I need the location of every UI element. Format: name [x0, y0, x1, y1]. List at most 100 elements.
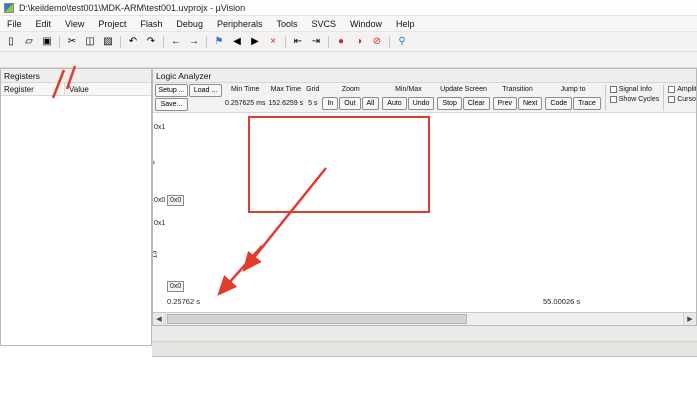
- next-bookmark-icon: ▶: [251, 36, 259, 47]
- redo-button[interactable]: ↷: [142, 34, 160, 50]
- save-button[interactable]: Save...: [155, 98, 188, 111]
- scroll-right-icon[interactable]: ▶: [683, 313, 696, 325]
- cut-button[interactable]: ✂: [63, 34, 81, 50]
- scrollbar-track[interactable]: [166, 313, 683, 325]
- load-button[interactable]: Load ...: [189, 84, 222, 97]
- navigate-forward-button[interactable]: →: [185, 34, 203, 50]
- signal-checkboxes: Signal Info Show Cycles: [609, 84, 660, 103]
- save-button[interactable]: ▣: [38, 34, 56, 50]
- undo-button[interactable]: ↶: [124, 34, 142, 50]
- navigate-back-button[interactable]: ←: [167, 34, 185, 50]
- grid-group: Grid 5 s: [306, 84, 319, 110]
- update-screen-label: Update Screen: [440, 86, 487, 93]
- amplitude-checkbox[interactable]: Amplit: [668, 86, 696, 93]
- prev-bookmark-button[interactable]: ◀: [228, 34, 246, 50]
- transition-next-button[interactable]: Next: [517, 97, 543, 110]
- display-checkboxes: Amplit Curso: [668, 84, 696, 103]
- toolbar-separator: [120, 35, 121, 48]
- find-icon: ⚲: [398, 36, 406, 47]
- update-clear-button[interactable]: Clear: [462, 97, 490, 110]
- toolbar-separator: [389, 35, 390, 48]
- unindent-button[interactable]: ⇤: [289, 34, 307, 50]
- toggle-breakpoint-icon: ●: [337, 36, 345, 47]
- open-file-button[interactable]: ▱: [20, 34, 38, 50]
- checkbox-icon: [668, 96, 676, 103]
- minmax-undo-button[interactable]: Undo: [407, 97, 435, 110]
- menu-item-peripherals[interactable]: Peripherals: [210, 18, 270, 30]
- jump-trace-button[interactable]: Trace: [573, 97, 601, 110]
- kill-all-breakpoints-button[interactable]: ⊘: [368, 34, 386, 50]
- logic-analyzer-header: Logic Analyzer: [153, 69, 696, 83]
- time-axis-mid: 55.00026 s: [543, 297, 581, 306]
- scrollbar-thumb[interactable]: [167, 314, 467, 324]
- toggle-bookmark-button[interactable]: ⚑: [210, 34, 228, 50]
- show-cycles-checkbox[interactable]: Show Cycles: [609, 96, 660, 103]
- waveform-area[interactable]: 5 0x1 0x0 0x0 13 0x1 0x0 0.25762 s 55.00…: [153, 113, 696, 312]
- jump-to-group: Jump to Code Trace: [545, 84, 601, 110]
- signal-info-label: Signal Info: [618, 86, 652, 93]
- cursor-checkbox[interactable]: Curso: [668, 96, 696, 103]
- menu-item-window[interactable]: Window: [343, 18, 389, 30]
- zoom-all-button[interactable]: All: [361, 97, 380, 110]
- show-cycles-label: Show Cycles: [618, 96, 660, 103]
- toggle-breakpoint-button[interactable]: ●: [332, 34, 350, 50]
- ch2-high-level-label: 0x1: [154, 220, 166, 227]
- min-time-value: 0.257625 ms: [225, 100, 266, 107]
- menu-item-edit[interactable]: Edit: [29, 18, 59, 30]
- copy-icon: ◫: [85, 36, 95, 47]
- toolbar-separator: [285, 35, 286, 48]
- new-file-button[interactable]: ▯: [2, 34, 20, 50]
- min-time-label: Min Time: [231, 86, 260, 93]
- cut-icon: ✂: [67, 36, 77, 47]
- max-time-value: 152.6259 s: [268, 100, 304, 107]
- menu-item-file[interactable]: File: [0, 18, 29, 30]
- transition-prev-button[interactable]: Prev: [492, 97, 517, 110]
- clear-bookmarks-icon: ×: [270, 36, 276, 47]
- update-stop-button[interactable]: Stop: [437, 97, 462, 110]
- waveform-scrollbar[interactable]: ◀ ▶: [153, 312, 696, 325]
- cursor-label: Curso: [677, 96, 696, 103]
- setup-button[interactable]: Setup ...: [155, 84, 188, 97]
- toolbar-separator: [604, 85, 606, 111]
- next-bookmark-button[interactable]: ▶: [246, 34, 264, 50]
- find-button[interactable]: ⚲: [393, 34, 411, 50]
- menu-item-view[interactable]: View: [58, 18, 91, 30]
- toggle-bookmark-icon: ⚑: [214, 36, 224, 47]
- copy-button[interactable]: ◫: [81, 34, 99, 50]
- update-screen-group: Update Screen Stop Clear: [437, 84, 490, 110]
- toolbar-separator: [59, 35, 60, 48]
- amplitude-label: Amplit: [677, 86, 696, 93]
- menu-item-tools[interactable]: Tools: [269, 18, 304, 30]
- scroll-left-icon[interactable]: ◀: [153, 313, 166, 325]
- menu-item-svcs[interactable]: SVCS: [305, 18, 344, 30]
- toolbar-separator: [328, 35, 329, 48]
- jump-code-button[interactable]: Code: [545, 97, 573, 110]
- menu-item-project[interactable]: Project: [91, 18, 133, 30]
- toolbar-separator: [206, 35, 207, 48]
- minmax-auto-button[interactable]: Auto: [382, 97, 407, 110]
- transition-group: Transition Prev Next: [492, 84, 543, 110]
- menu-item-flash[interactable]: Flash: [133, 18, 169, 30]
- unindent-icon: ⇤: [293, 36, 303, 47]
- toolbar-separator: [163, 35, 164, 48]
- min-time-group: Min Time 0.257625 ms: [225, 84, 265, 110]
- redo-icon: ↷: [146, 36, 156, 47]
- grid-value: 5 s: [308, 100, 318, 107]
- indent-button[interactable]: ⇥: [307, 34, 325, 50]
- time-axis-start: 0.25762 s: [167, 297, 200, 306]
- signal-info-checkbox[interactable]: Signal Info: [609, 86, 659, 93]
- clear-bookmarks-button[interactable]: ×: [264, 34, 282, 50]
- zoom-in-button[interactable]: In: [322, 97, 339, 110]
- menu-item-help[interactable]: Help: [389, 18, 422, 30]
- zoom-out-button[interactable]: Out: [339, 97, 361, 110]
- main-toolbar: ▯ ▱ ▣ ✂ ◫ ▨ ↶ ↷ ← → ⚑ ◀ ▶ × ⇤ ⇥ ● ◑ ⊘ ⚲: [0, 32, 697, 52]
- logic-analyzer-title: Logic Analyzer: [156, 70, 212, 81]
- ch1-cursor-value: 0x0: [167, 195, 185, 206]
- new-file-icon: ▯: [8, 36, 14, 47]
- dock-tabbar: [152, 326, 697, 342]
- menu-item-debug[interactable]: Debug: [169, 18, 210, 30]
- paste-button[interactable]: ▨: [99, 34, 117, 50]
- debug-toolbar: [0, 52, 697, 68]
- disable-breakpoint-button[interactable]: ◑: [350, 34, 368, 50]
- registers-column-headers: Register Value: [1, 83, 151, 96]
